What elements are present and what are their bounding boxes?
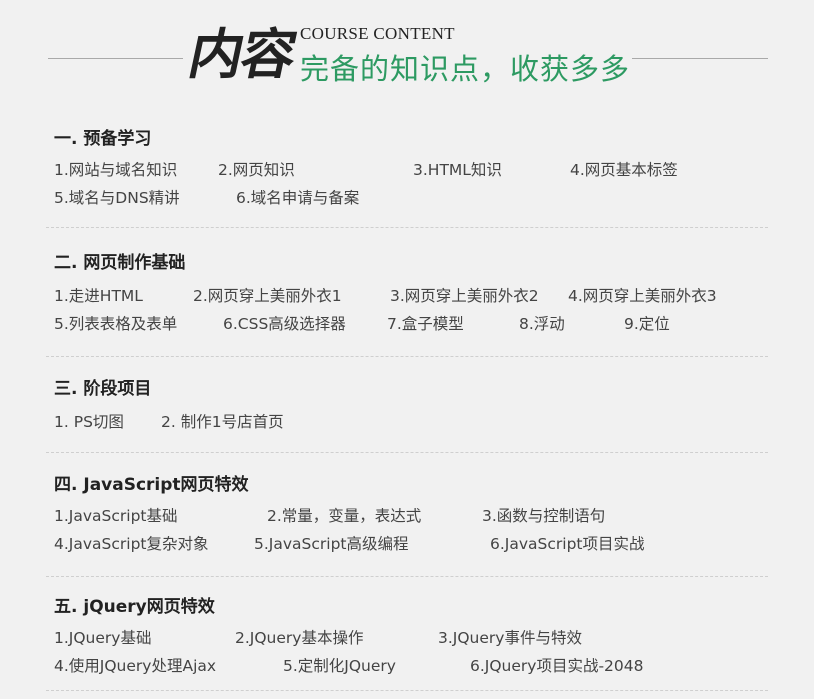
course-item: 2.常量，变量，表达式 <box>267 507 422 525</box>
item-row: 1.走进HTML 2.网页穿上美丽外衣1 3.网页穿上美丽外衣2 4.网页穿上美… <box>54 282 774 310</box>
item-row: 1.JavaScript基础 2.常量，变量，表达式 3.函数与控制语句 <box>54 502 774 530</box>
section-jquery-effects: 五. jQuery网页特效 1.JQuery基础 2.JQuery基本操作 3.… <box>54 596 774 680</box>
course-item: 2.JQuery基本操作 <box>235 629 364 647</box>
item-row: 4.使用JQuery处理Ajax 5.定制化JQuery 6.JQuery项目实… <box>54 652 774 680</box>
course-item: 8.浮动 <box>519 315 565 333</box>
section-title: 三. 阶段项目 <box>54 379 152 399</box>
header-english-title: COURSE CONTENT <box>300 24 455 43</box>
header-divider-right <box>632 58 768 59</box>
course-item: 2. 制作1号店首页 <box>161 413 284 431</box>
course-item: 9.定位 <box>624 315 670 333</box>
course-item: 2.网页知识 <box>218 161 295 179</box>
section-divider <box>46 356 768 357</box>
course-item: 7.盒子模型 <box>387 315 464 333</box>
course-item: 3.函数与控制语句 <box>482 507 606 525</box>
course-item: 3.网页穿上美丽外衣2 <box>390 287 539 305</box>
course-item: 6.JQuery项目实战-2048 <box>470 657 644 675</box>
course-item: 6.CSS高级选择器 <box>223 315 346 333</box>
section-divider <box>46 690 768 691</box>
course-item: 1.网站与域名知识 <box>54 161 178 179</box>
course-item: 4.网页基本标签 <box>570 161 678 179</box>
course-item: 5.域名与DNS精讲 <box>54 189 180 207</box>
course-item: 5.列表表格及表单 <box>54 315 178 333</box>
item-row: 1.网站与域名知识 2.网页知识 3.HTML知识 4.网页基本标签 <box>54 156 774 184</box>
course-item: 1.走进HTML <box>54 287 143 305</box>
item-row: 4.JavaScript复杂对象 5.JavaScript高级编程 6.Java… <box>54 530 774 558</box>
section-web-basics: 二. 网页制作基础 1.走进HTML 2.网页穿上美丽外衣1 3.网页穿上美丽外… <box>54 252 774 338</box>
section-divider <box>46 227 768 228</box>
section-javascript-effects: 四. JavaScript网页特效 1.JavaScript基础 2.常量，变量… <box>54 474 774 558</box>
course-item: 1.JavaScript基础 <box>54 507 178 525</box>
section-stage-project: 三. 阶段项目 1. PS切图 2. 制作1号店首页 <box>54 378 774 436</box>
course-item: 4.JavaScript复杂对象 <box>54 535 209 553</box>
course-item: 3.HTML知识 <box>413 161 502 179</box>
section-title: 五. jQuery网页特效 <box>54 597 215 617</box>
section-title: 二. 网页制作基础 <box>54 253 186 273</box>
section-title: 四. JavaScript网页特效 <box>54 475 249 495</box>
course-item: 1. PS切图 <box>54 413 124 431</box>
course-item: 6.JavaScript项目实战 <box>490 535 645 553</box>
section-preparation: 一. 预备学习 1.网站与域名知识 2.网页知识 3.HTML知识 4.网页基本… <box>54 128 774 212</box>
section-divider <box>46 576 768 577</box>
course-content-header: 内容 COURSE CONTENT 完备的知识点，收获多多 <box>0 0 814 110</box>
item-row: 1. PS切图 2. 制作1号店首页 <box>54 408 774 436</box>
course-item: 4.使用JQuery处理Ajax <box>54 657 217 675</box>
course-item: 5.定制化JQuery <box>283 657 396 675</box>
header-subtitle: 完备的知识点，收获多多 <box>300 52 631 86</box>
course-item: 6.域名申请与备案 <box>236 189 360 207</box>
course-item: 2.网页穿上美丽外衣1 <box>193 287 342 305</box>
item-row: 1.JQuery基础 2.JQuery基本操作 3.JQuery事件与特效 <box>54 624 774 652</box>
course-item: 3.JQuery事件与特效 <box>438 629 582 647</box>
course-item: 4.网页穿上美丽外衣3 <box>568 287 717 305</box>
item-row: 5.域名与DNS精讲 6.域名申请与备案 <box>54 184 774 212</box>
item-row: 5.列表表格及表单 6.CSS高级选择器 7.盒子模型 8.浮动 9.定位 <box>54 310 774 338</box>
header-divider-left <box>48 58 183 59</box>
section-divider <box>46 452 768 453</box>
section-title: 一. 预备学习 <box>54 129 152 149</box>
header-calligraphy-title: 内容 <box>183 22 301 86</box>
course-item: 5.JavaScript高级编程 <box>254 535 409 553</box>
course-item: 1.JQuery基础 <box>54 629 152 647</box>
